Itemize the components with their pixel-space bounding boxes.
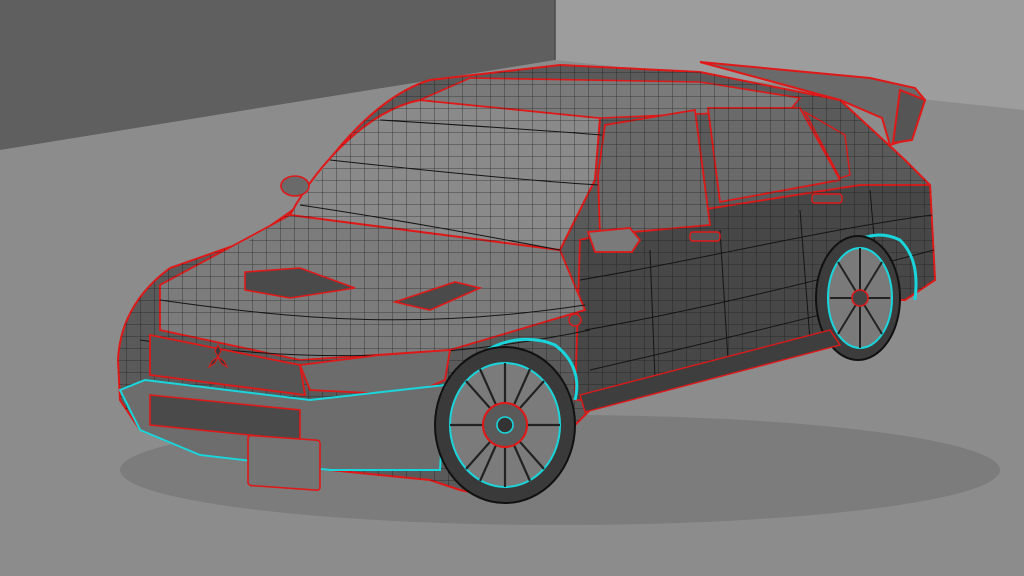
3d-viewport[interactable] xyxy=(0,0,1024,576)
viewport-canvas[interactable] xyxy=(0,0,1024,576)
front-wheel[interactable] xyxy=(434,346,576,504)
side-mirror xyxy=(586,227,642,253)
side-marker-light xyxy=(568,313,582,327)
rear-door-handle xyxy=(811,193,843,204)
left-mirror xyxy=(280,175,310,197)
license-plate xyxy=(247,434,321,491)
front-door-handle xyxy=(689,231,721,242)
